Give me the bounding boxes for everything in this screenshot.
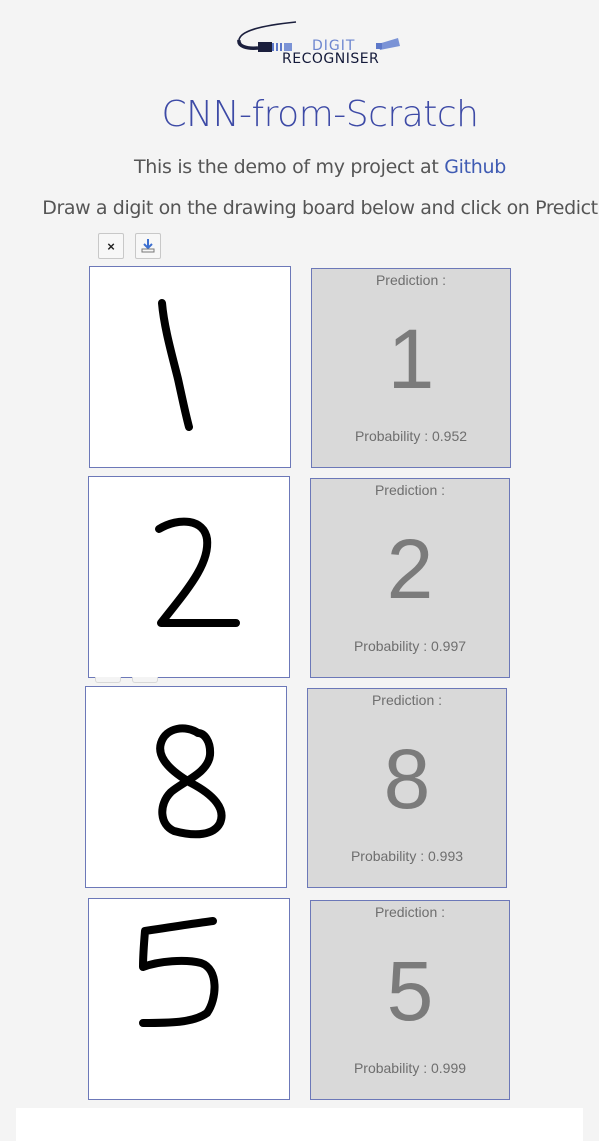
prediction-label: Prediction :: [374, 904, 446, 920]
prediction-panel-2: Prediction : 2 Probability : 0.997: [310, 478, 510, 678]
prediction-label: Prediction :: [374, 482, 446, 498]
prediction-probability: Probability : 0.997: [353, 638, 467, 654]
predicted-digit: 1: [387, 312, 435, 406]
prediction-label: Prediction :: [371, 692, 443, 708]
drawn-digit-4: [139, 917, 219, 1027]
ghost-download-button: [132, 677, 158, 683]
drawing-board-3[interactable]: [85, 686, 287, 888]
predicted-digit: 5: [386, 944, 434, 1038]
download-button[interactable]: [135, 233, 161, 259]
predicted-digit: 8: [383, 732, 431, 826]
footer-area: [16, 1108, 583, 1141]
digit-recogniser-logo: DIGIT RECOGNISER: [236, 18, 406, 70]
clear-button[interactable]: ×: [98, 233, 124, 259]
prediction-probability: Probability : 0.993: [350, 848, 464, 864]
subtitle: This is the demo of my project at Github: [0, 156, 599, 178]
drawing-board-4[interactable]: [88, 898, 290, 1100]
ghost-clear-button: [95, 677, 121, 683]
logo-text-recogniser: RECOGNISER: [282, 51, 380, 67]
predicted-digit: 2: [386, 522, 434, 616]
prediction-label: Prediction :: [375, 272, 447, 288]
drawn-digit-3: [156, 724, 226, 839]
page-title: CNN-from-Scratch: [161, 94, 479, 135]
drawn-digit-2: [155, 517, 240, 627]
close-icon: ×: [107, 238, 115, 254]
drawn-digit-1: [158, 299, 193, 431]
prediction-panel-4: Prediction : 5 Probability : 0.999: [310, 900, 510, 1100]
subtitle-text: This is the demo of my project at: [133, 156, 445, 178]
prediction-probability: Probability : 0.952: [354, 428, 468, 444]
download-icon: [141, 239, 155, 253]
prediction-panel-1: Prediction : 1 Probability : 0.952: [311, 268, 511, 468]
drawing-board-1[interactable]: [89, 266, 291, 468]
prediction-panel-3: Prediction : 8 Probability : 0.993: [307, 688, 507, 888]
github-link[interactable]: Github: [444, 156, 506, 178]
instructions: Draw a digit on the drawing board below …: [42, 197, 598, 219]
prediction-probability: Probability : 0.999: [353, 1060, 467, 1076]
drawing-board-2[interactable]: [88, 476, 290, 678]
